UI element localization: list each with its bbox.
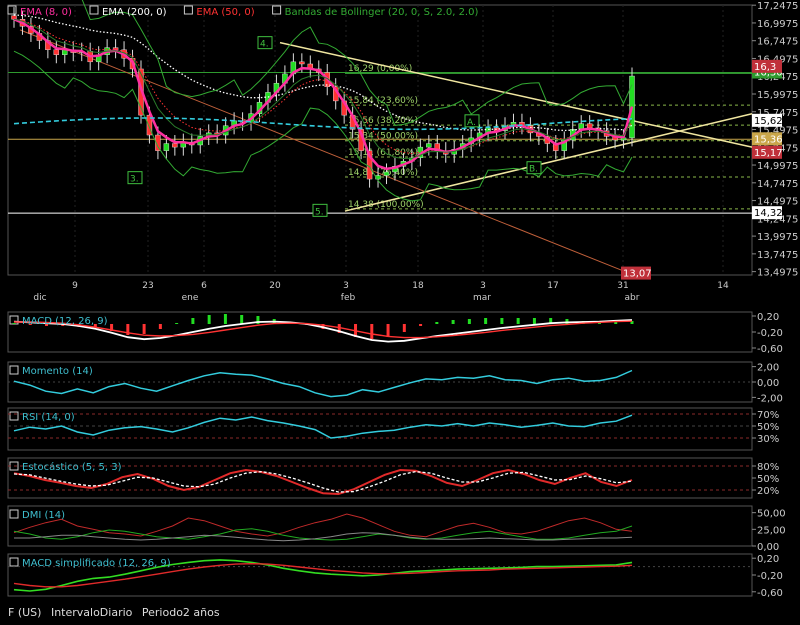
- price-axis-label: 13,7475: [757, 250, 798, 261]
- wave-label: 3.: [130, 175, 139, 185]
- dmi-plus-line: [13, 513, 633, 538]
- rsi-line: [13, 414, 633, 439]
- indicator-checkbox: [9, 315, 19, 325]
- candle-body: [426, 143, 432, 148]
- time-axis-label: 31: [617, 281, 628, 291]
- legend-checkbox: [89, 5, 99, 15]
- indicator-title: RSI (14, 0): [22, 412, 75, 423]
- price-axis-label: 16,7475: [757, 37, 798, 48]
- price-tag-label: 13,07: [623, 269, 652, 280]
- indicator-checkbox: [9, 411, 19, 421]
- legend-checkbox: [7, 5, 17, 15]
- indicator-checkbox: [9, 509, 19, 519]
- legend-item: EMA (50, 0): [196, 7, 254, 18]
- price-tag-label: 14,32: [754, 208, 783, 219]
- status-bar: F (US) IntervaloDiario Periodo2 años: [8, 606, 226, 619]
- price-axis-label: 16,9975: [757, 19, 798, 30]
- time-axis-label: 20: [269, 281, 281, 291]
- indicator-axis-label: 25,00: [757, 525, 786, 536]
- fibonacci-level-label: 15,56 (38,20%): [348, 116, 418, 126]
- price-axis-label: 14,4975: [757, 197, 798, 208]
- long-trendline: [19, 29, 631, 275]
- financial-chart: 17,247516,997516,747516,497516,247515,99…: [7, 0, 798, 599]
- fibonacci-level-label: 14,83 (76,40%): [348, 168, 418, 178]
- indicator-axis-label: 2,00: [757, 363, 779, 374]
- indicator-axis-label: -0,20: [757, 571, 783, 582]
- indicator-title: DMI (14): [22, 510, 65, 521]
- price-axis-label: 17,2475: [757, 1, 798, 12]
- indicator-axis-label: 80%: [757, 462, 779, 473]
- wave-label: B.: [529, 165, 538, 175]
- price-axis-label: 14,9975: [757, 161, 798, 172]
- legend-item: EMA (200, 0): [102, 7, 167, 18]
- stochastic-d-line: [13, 470, 633, 493]
- indicator-checkbox: [9, 557, 19, 567]
- indicator-axis-label: 30%: [757, 434, 779, 445]
- legend-checkbox: [272, 5, 282, 15]
- indicator-title: MACD (12, 26, 9): [22, 316, 108, 327]
- candle-body: [299, 61, 305, 65]
- time-axis-label: 23: [142, 281, 153, 291]
- candle-body: [383, 171, 390, 176]
- time-axis-label: 3: [343, 281, 349, 291]
- wave-label: 4.: [260, 40, 269, 50]
- interval-label: IntervaloDiario: [50, 606, 133, 619]
- time-axis-label: 14: [717, 281, 729, 291]
- indicator-pane-frame: [7, 505, 753, 547]
- indicator-checkbox: [9, 365, 19, 375]
- month-label: abr: [625, 293, 640, 303]
- price-tag-label: 16,3: [754, 62, 776, 73]
- indicator-axis-label: 0,20: [757, 554, 779, 565]
- indicator-axis-label: 70%: [757, 410, 779, 421]
- price-axis-label: 13,4975: [757, 268, 798, 279]
- legend-item: EMA (8, 0): [20, 7, 72, 18]
- time-axis-label: 3: [480, 281, 486, 291]
- price-tag-label: 15,17: [754, 148, 783, 159]
- candle-body: [53, 49, 60, 55]
- candle-body: [163, 143, 170, 151]
- time-axis-label: 9: [72, 281, 78, 291]
- time-axis-label: 18: [412, 281, 424, 291]
- indicator-axis-label: 50%: [757, 474, 779, 485]
- price-tag-label: 15,62: [754, 116, 783, 127]
- wave-label: A.: [467, 118, 476, 128]
- symbol-label: F (US): [8, 606, 42, 619]
- indicator-axis-label: 0,20: [757, 312, 779, 323]
- candle-body: [586, 123, 593, 129]
- fibonacci-level-label: 15,84 (23,60%): [348, 96, 418, 106]
- indicator-axis-label: -0,20: [757, 328, 783, 339]
- indicator-axis-label: 0,00: [757, 378, 779, 389]
- period-label: Periodo2 años: [141, 606, 220, 619]
- indicator-axis-label: 20%: [757, 486, 779, 497]
- legend-item: Bandas de Bollinger (20, 0, S, 2.0, 2.0): [285, 7, 479, 18]
- time-axis-label: 17: [547, 281, 558, 291]
- indicator-title: Estocástico (5, 5, 3): [22, 461, 122, 473]
- indicator-axis-label: -2,00: [757, 393, 783, 404]
- month-label: mar: [473, 293, 491, 303]
- month-label: ene: [182, 293, 199, 303]
- indicator-title: MACD simplificado (12, 26, 9): [22, 558, 171, 569]
- wave-label: 5.: [315, 207, 324, 217]
- indicator-title: Momento (14): [22, 366, 93, 377]
- price-axis-label: 13,9975: [757, 232, 798, 243]
- price-axis-label: 14,7475: [757, 179, 798, 190]
- price-tag-label: 15,36: [754, 134, 783, 145]
- indicator-axis-label: -0,60: [757, 344, 783, 355]
- legend-checkbox: [183, 5, 193, 15]
- indicator-axis-label: 50,00: [757, 509, 786, 520]
- time-axis-label: 6: [201, 281, 207, 291]
- indicator-axis-label: 50%: [757, 422, 779, 433]
- indicator-axis-label: 0,00: [757, 542, 779, 553]
- month-label: dic: [33, 293, 46, 303]
- indicator-axis-label: -0,60: [757, 588, 783, 599]
- price-axis-label: 15,9975: [757, 90, 798, 101]
- month-label: feb: [341, 293, 356, 303]
- candle-body: [172, 143, 178, 148]
- momentum-line: [13, 369, 633, 398]
